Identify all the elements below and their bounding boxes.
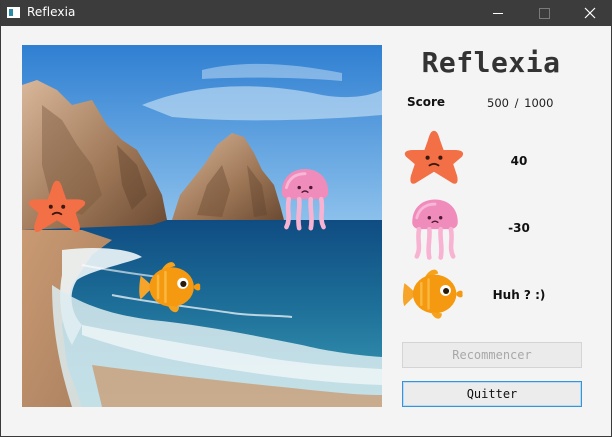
fish-target[interactable] [137, 257, 205, 317]
minimize-icon [493, 12, 503, 14]
title-bar[interactable]: Reflexia [1, 0, 612, 26]
close-button[interactable] [567, 0, 612, 26]
jellyfish-target[interactable] [276, 164, 334, 232]
jellyfish-icon [412, 199, 458, 260]
game-title: Reflexia [421, 46, 561, 79]
app-icon [7, 7, 20, 18]
starfish-points: 40 [510, 154, 528, 168]
score-target: 1000 [524, 96, 554, 110]
close-icon [584, 7, 596, 19]
game-area[interactable] [22, 45, 382, 407]
fish-points: Huh ? :) [492, 288, 546, 302]
score-separator: / [514, 96, 519, 110]
score-current: 500 [487, 96, 509, 110]
maximize-button[interactable] [521, 0, 567, 26]
fish-icon [403, 269, 463, 319]
minimize-button[interactable] [475, 0, 521, 26]
restart-button[interactable]: Recommencer [402, 342, 582, 368]
game-window: Reflexia Reflexia Score 500 / 1000 40 -3… [0, 0, 612, 437]
starfish-icon [404, 130, 464, 184]
score-value: 500 / 1000 [487, 96, 553, 110]
quit-button[interactable]: Quitter [402, 381, 582, 407]
window-title: Reflexia [27, 5, 76, 19]
jellyfish-points: -30 [508, 221, 530, 235]
starfish-target[interactable] [24, 177, 90, 239]
score-label: Score [407, 95, 446, 109]
maximize-icon [538, 7, 550, 19]
